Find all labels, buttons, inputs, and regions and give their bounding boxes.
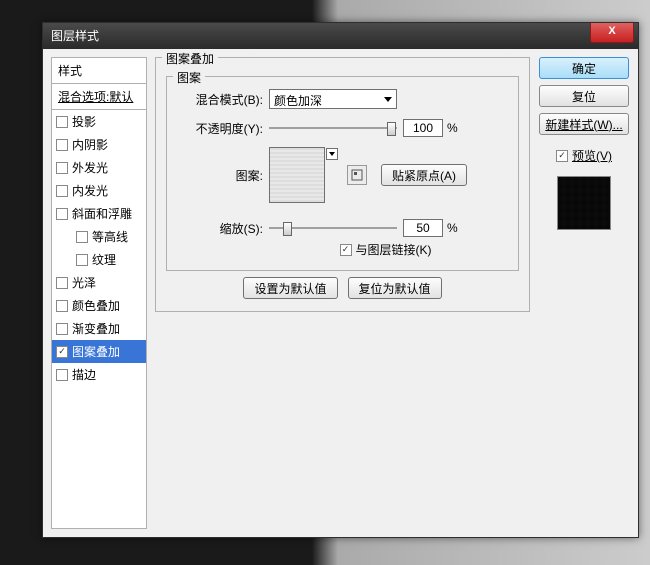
preview-swatch: [557, 176, 611, 230]
blend-mode-row: 混合模式(B): 颜色加深: [177, 89, 508, 109]
style-checkbox[interactable]: [56, 116, 68, 128]
titlebar[interactable]: 图层样式 X: [43, 23, 638, 49]
dialog-title: 图层样式: [43, 29, 99, 43]
styles-header[interactable]: 样式: [52, 58, 146, 84]
style-item-0[interactable]: 投影: [52, 110, 146, 133]
layer-style-dialog: 图层样式 X 样式 混合选项:默认 投影内阴影外发光内发光斜面和浮雕等高线纹理光…: [42, 22, 639, 538]
style-checkbox[interactable]: [56, 208, 68, 220]
close-button[interactable]: X: [590, 23, 634, 43]
style-item-label: 外发光: [72, 159, 108, 176]
style-item-label: 光泽: [72, 274, 96, 291]
style-checkbox[interactable]: [76, 254, 88, 266]
preview-label: 预览(V): [572, 147, 612, 164]
blend-options-header[interactable]: 混合选项:默认: [52, 84, 146, 110]
style-item-1[interactable]: 内阴影: [52, 133, 146, 156]
style-item-4[interactable]: 斜面和浮雕: [52, 202, 146, 225]
scale-slider[interactable]: [269, 220, 397, 236]
preview-row[interactable]: 预览(V): [556, 147, 612, 164]
style-checkbox[interactable]: [56, 139, 68, 151]
set-default-button[interactable]: 设置为默认值: [243, 277, 337, 299]
opacity-slider[interactable]: [269, 120, 397, 136]
pattern-subgroup: 图案 混合模式(B): 颜色加深 不透明度(Y): 100: [166, 76, 519, 271]
main-column: 图案叠加 图案 混合模式(B): 颜色加深 不透明度(Y):: [155, 57, 630, 529]
opacity-input[interactable]: 100: [403, 119, 443, 137]
pattern-label: 图案:: [177, 167, 263, 184]
style-item-label: 颜色叠加: [72, 297, 120, 314]
style-item-label: 内发光: [72, 182, 108, 199]
style-item-label: 斜面和浮雕: [72, 205, 132, 222]
style-item-6[interactable]: 纹理: [52, 248, 146, 271]
opacity-row: 不透明度(Y): 100 %: [177, 119, 508, 137]
style-item-11[interactable]: 描边: [52, 363, 146, 386]
style-item-label: 纹理: [92, 251, 116, 268]
blend-mode-select[interactable]: 颜色加深: [269, 89, 397, 109]
cancel-button[interactable]: 复位: [539, 85, 629, 107]
scale-input[interactable]: 50: [403, 219, 443, 237]
sub-legend: 图案: [173, 69, 205, 86]
style-checkbox[interactable]: [56, 369, 68, 381]
blend-mode-label: 混合模式(B):: [177, 91, 263, 108]
reset-default-button[interactable]: 复位为默认值: [348, 277, 442, 299]
dialog-body: 样式 混合选项:默认 投影内阴影外发光内发光斜面和浮雕等高线纹理光泽颜色叠加渐变…: [43, 49, 638, 537]
scale-label: 缩放(S):: [177, 220, 263, 237]
right-column: 确定 复位 新建样式(W)... 预览(V): [538, 57, 630, 529]
style-checkbox[interactable]: [76, 231, 88, 243]
snap-origin-button[interactable]: 贴紧原点(A): [381, 164, 467, 186]
scale-row: 缩放(S): 50 %: [177, 219, 508, 237]
style-item-3[interactable]: 内发光: [52, 179, 146, 202]
style-checkbox[interactable]: [56, 277, 68, 289]
style-item-label: 图案叠加: [72, 343, 120, 360]
style-item-8[interactable]: 颜色叠加: [52, 294, 146, 317]
pattern-dropdown-icon[interactable]: [326, 148, 338, 160]
style-item-5[interactable]: 等高线: [52, 225, 146, 248]
link-layer-checkbox[interactable]: [340, 244, 352, 256]
link-layer-label: 与图层链接(K): [356, 241, 432, 258]
style-checkbox[interactable]: [56, 162, 68, 174]
scale-percent: %: [447, 221, 458, 235]
pattern-swatch[interactable]: [269, 147, 325, 203]
style-checkbox[interactable]: [56, 323, 68, 335]
style-item-label: 描边: [72, 366, 96, 383]
style-item-7[interactable]: 光泽: [52, 271, 146, 294]
group-legend: 图案叠加: [162, 50, 218, 67]
opacity-percent: %: [447, 121, 458, 135]
link-layer-row[interactable]: 与图层链接(K): [263, 241, 508, 258]
style-item-label: 内阴影: [72, 136, 108, 153]
opacity-label: 不透明度(Y):: [177, 120, 263, 137]
styles-list: 样式 混合选项:默认 投影内阴影外发光内发光斜面和浮雕等高线纹理光泽颜色叠加渐变…: [51, 57, 147, 529]
pattern-overlay-group: 图案叠加 图案 混合模式(B): 颜色加深 不透明度(Y):: [155, 57, 530, 312]
style-checkbox[interactable]: [56, 300, 68, 312]
settings-panel: 图案叠加 图案 混合模式(B): 颜色加深 不透明度(Y):: [155, 57, 530, 529]
style-item-2[interactable]: 外发光: [52, 156, 146, 179]
new-preset-icon[interactable]: [347, 165, 367, 185]
defaults-row: 设置为默认值 复位为默认值: [166, 277, 519, 299]
style-item-9[interactable]: 渐变叠加: [52, 317, 146, 340]
style-item-label: 等高线: [92, 228, 128, 245]
preview-checkbox[interactable]: [556, 150, 568, 162]
ok-button[interactable]: 确定: [539, 57, 629, 79]
style-item-label: 投影: [72, 113, 96, 130]
pattern-row: 图案: 贴紧原点(A): [177, 147, 508, 203]
style-item-label: 渐变叠加: [72, 320, 120, 337]
style-checkbox[interactable]: [56, 346, 68, 358]
style-checkbox[interactable]: [56, 185, 68, 197]
new-style-button[interactable]: 新建样式(W)...: [539, 113, 629, 135]
style-item-10[interactable]: 图案叠加: [52, 340, 146, 363]
